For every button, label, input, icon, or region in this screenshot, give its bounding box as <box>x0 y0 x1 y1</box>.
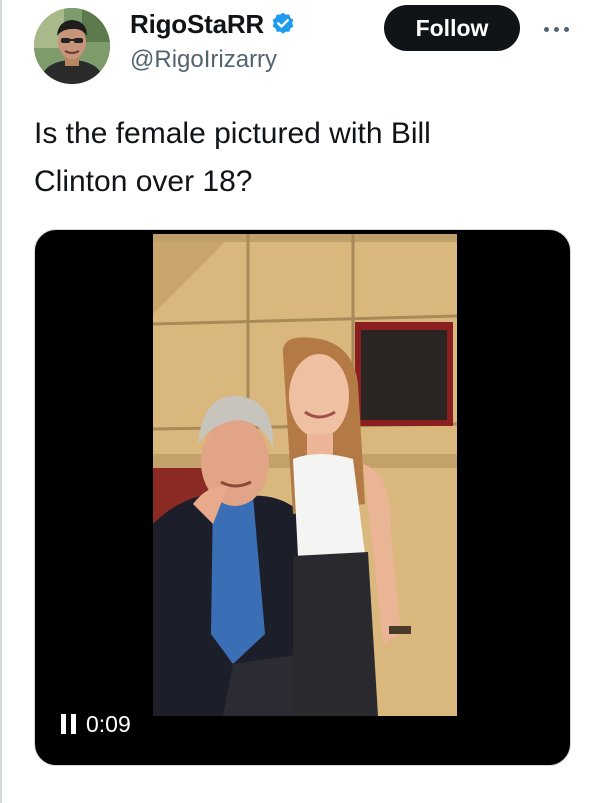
pause-icon[interactable] <box>61 714 76 734</box>
display-name[interactable]: RigoStaRR <box>130 9 264 40</box>
more-options-button[interactable] <box>534 14 578 44</box>
avatar-image <box>34 8 110 84</box>
video-still-image <box>153 234 457 716</box>
video-controls: 0:09 <box>61 704 131 744</box>
tweet-text: Is the female pictured with Bill Clinton… <box>34 117 431 198</box>
video-timestamp: 0:09 <box>86 710 131 737</box>
left-border <box>0 0 2 803</box>
avatar[interactable] <box>34 8 110 84</box>
tweet-header: RigoStaRR @RigoIrizarry Follow <box>0 0 600 95</box>
follow-button[interactable]: Follow <box>384 5 520 51</box>
video-frame <box>153 234 457 716</box>
user-handle[interactable]: @RigoIrizarry <box>130 46 277 74</box>
name-row: RigoStaRR <box>130 6 296 42</box>
more-horizontal-icon <box>563 26 569 32</box>
more-horizontal-icon <box>553 26 559 32</box>
video-player[interactable]: 0:09 <box>34 229 571 766</box>
verified-badge-icon <box>270 11 296 37</box>
more-horizontal-icon <box>543 26 549 32</box>
